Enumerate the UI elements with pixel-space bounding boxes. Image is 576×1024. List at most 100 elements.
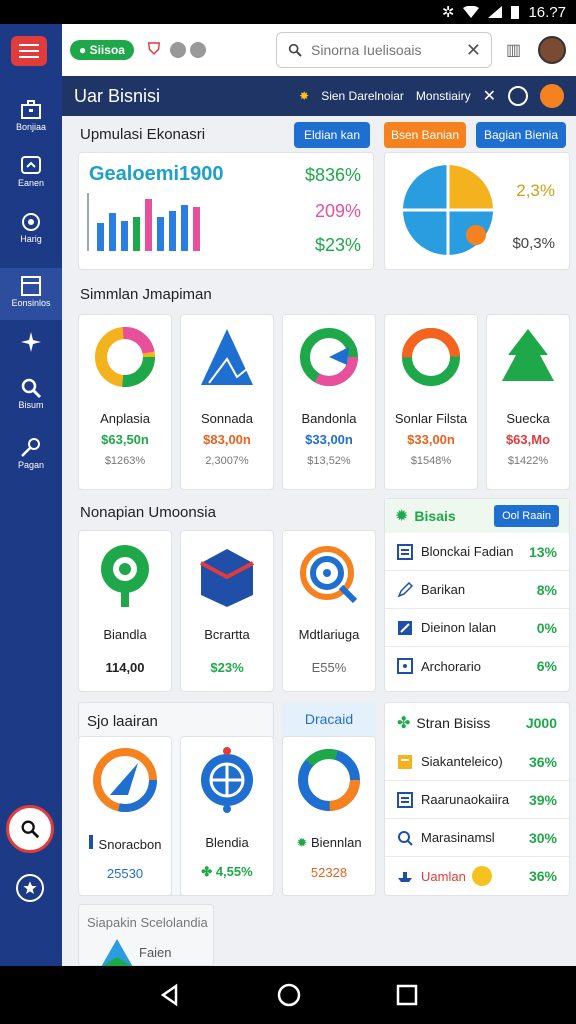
- tile-sub: 2,3007%: [205, 455, 249, 467]
- close-icon[interactable]: ✕: [483, 86, 496, 106]
- econ-button-3[interactable]: Bagian Bienia: [476, 122, 566, 148]
- tile-name: Snoracbon: [79, 835, 171, 852]
- list-item[interactable]: Blonckai Fadian 13%: [385, 533, 569, 571]
- triangle-icon: [201, 329, 253, 385]
- recents-icon[interactable]: [396, 984, 418, 1006]
- briefcase-icon: [21, 100, 41, 119]
- zero-badge-icon[interactable]: [169, 42, 186, 58]
- sidebar-item-eonsinlos[interactable]: Eonsinlos: [0, 268, 62, 320]
- tile-anplasia[interactable]: Anplasia $63,50n $1263%: [78, 314, 172, 490]
- tile-bcrartta[interactable]: Bcrartta $23%: [180, 530, 274, 692]
- close-icon[interactable]: ✕: [466, 40, 481, 61]
- stran-value: J000: [525, 715, 557, 731]
- sjo-side-title: Dracaid: [304, 711, 354, 727]
- menu-button[interactable]: [11, 36, 47, 66]
- leaf-icon: ✤: [201, 864, 216, 879]
- tile-sonlar-filsta[interactable]: Sonlar Filsta $33,00n $1548%: [384, 314, 478, 490]
- page-title: Uar Bisnisi: [74, 85, 161, 106]
- econ-button-2[interactable]: Bsen Banian: [384, 122, 466, 148]
- list-item[interactable]: Uamlan 36%: [385, 857, 569, 895]
- tile-blendia[interactable]: Blendia ✤ 4,55%: [180, 736, 274, 896]
- econ-globe-card: 2,3% $0,3%: [384, 152, 570, 270]
- list-item[interactable]: Dieinon lalan 0%: [385, 609, 569, 647]
- gear-icon: ✹: [395, 508, 409, 525]
- header-link-monstiairy[interactable]: Monstiairy: [416, 89, 471, 103]
- row-label: Blonckai Fadian: [421, 544, 514, 559]
- tree-icon: [502, 329, 554, 381]
- tile-sub: $13,52%: [307, 455, 351, 467]
- list-item[interactable]: Raarunaokaiira 39%: [385, 781, 569, 819]
- tile-name: Sonlar Filsta: [394, 411, 468, 426]
- tile-suecka[interactable]: Suecka $63,Mo $1422%: [486, 314, 570, 490]
- globe-stat-2: $0,3%: [512, 235, 555, 252]
- list-item[interactable]: Marasinamsl 30%: [385, 819, 569, 857]
- sidebar-item-pagan[interactable]: Pagan: [0, 436, 62, 476]
- back-icon[interactable]: [158, 983, 182, 1007]
- tile-sub: $1422%: [507, 455, 549, 467]
- tile-name: Blendia: [205, 835, 249, 850]
- tile-sonnada[interactable]: Sonnada $83,00n 2,3007%: [180, 314, 274, 490]
- tile-snoracbon[interactable]: Snoracbon 25530: [78, 736, 172, 896]
- sidebar-item-harig[interactable]: Harig: [0, 210, 62, 250]
- tile-name: Bandonla: [301, 411, 357, 426]
- search-icon: [288, 43, 302, 57]
- status-badge[interactable]: ● Siisoa: [70, 40, 134, 60]
- settings-icon[interactable]: [189, 42, 206, 58]
- header-link-darelnoiar[interactable]: Sien Darelnoiar: [321, 89, 404, 103]
- sidebar-item-label: Eanen: [17, 178, 45, 188]
- bisais-header: ✹ Bisais Ool Raain: [385, 499, 569, 533]
- sidebar-item-bonjiaa[interactable]: Bonjiaa: [0, 98, 62, 138]
- plane-icon: [21, 332, 41, 352]
- search-icon: [21, 820, 40, 839]
- tile-mdtlariuga[interactable]: Mdtlariuga E55%: [282, 530, 376, 692]
- tile-name: Sonnada: [200, 411, 254, 426]
- stran-card: ✤ Stran Bisiss J000 Siakanteleico) 36% Ra…: [384, 702, 570, 896]
- sidebar-item-eanen[interactable]: Eanen: [0, 154, 62, 194]
- edit-icon: [398, 620, 412, 635]
- puzzle-icon: ✤: [397, 715, 411, 732]
- search-bar[interactable]: ✕: [276, 32, 492, 68]
- stran-title: Stran Bisiss: [416, 715, 491, 731]
- sidebar: Bonjiaa Eanen Harig Eonsinlos Bisum Paga…: [0, 24, 62, 966]
- avatar[interactable]: [538, 36, 566, 64]
- building-icon[interactable]: ▥: [506, 40, 521, 60]
- globe-icon[interactable]: [508, 86, 528, 106]
- econ-button-1[interactable]: Eldian kan: [294, 122, 370, 148]
- tile-bandonla[interactable]: Bandonla $33,00n $13,52%: [282, 314, 376, 490]
- sidebar-item-plane[interactable]: [0, 330, 62, 362]
- list-item[interactable]: Barikan 8%: [385, 571, 569, 609]
- row-percent: 39%: [528, 791, 557, 808]
- search-icon: [21, 378, 42, 399]
- row-label: Marasinamsl: [421, 830, 495, 845]
- list-item[interactable]: Archorario 6%: [385, 647, 569, 685]
- star-button[interactable]: [16, 874, 44, 902]
- bottom-card[interactable]: Siapakin Scelolandia Faien: [78, 904, 214, 967]
- home-icon[interactable]: [277, 983, 301, 1007]
- triangle-icon: [101, 939, 133, 967]
- system-nav-bar: [0, 966, 576, 1024]
- settings-icon: ✲: [441, 4, 455, 21]
- page-header: Uar Bisnisi ✸ Sien Darelnoiar Monstiairy…: [62, 76, 576, 116]
- section-title-nonapian: Nonapian Umoonsia: [80, 504, 216, 521]
- clock: 16.?7: [528, 3, 566, 21]
- bisais-card: ✹ Bisais Ool Raain Blonckai Fadian 13% Ba…: [384, 498, 570, 692]
- bottom-card-item: Faien: [139, 945, 172, 960]
- sidebar-item-label: Eonsinlos: [11, 298, 51, 308]
- search-fab-button[interactable]: [6, 805, 54, 853]
- search-input[interactable]: [311, 42, 441, 58]
- badge-icon: [398, 754, 412, 769]
- tile-biennlan[interactable]: ✹ Biennlan 52328: [282, 736, 376, 896]
- row-percent: 36%: [528, 868, 557, 884]
- tile-value: $63,Mo: [505, 432, 551, 447]
- wifi-icon: [463, 6, 480, 18]
- tile-biandla[interactable]: Biandla 114,00: [78, 530, 172, 692]
- sidebar-item-bisum[interactable]: Bisum: [0, 376, 62, 416]
- tile-name: ✹ Biennlan: [296, 835, 362, 850]
- tile-value: 52328: [310, 865, 348, 880]
- shield-icon[interactable]: ⛉: [148, 41, 160, 59]
- bisais-button[interactable]: Ool Raain: [494, 505, 559, 527]
- list-item[interactable]: Siakanteleico) 36%: [385, 743, 569, 781]
- gear-icon: ✹: [296, 835, 311, 850]
- sidebar-item-label: Bisum: [18, 400, 44, 410]
- profile-badge[interactable]: [540, 84, 564, 108]
